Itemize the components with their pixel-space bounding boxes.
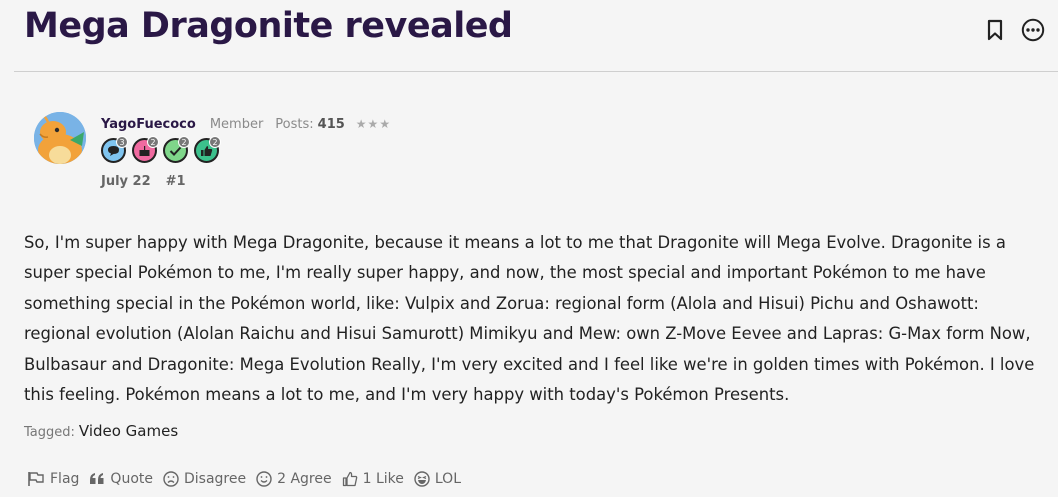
badge-count: 3	[116, 136, 128, 148]
frown-icon	[163, 471, 179, 487]
reaction-bar: Flag Quote Disagree 2 Agree 1 Like LOL	[27, 471, 471, 487]
lol-button[interactable]: LOL	[414, 471, 461, 487]
post-body: So, I'm super happy with Mega Dragonite,…	[24, 233, 1035, 405]
thumbs-up-icon	[342, 471, 358, 487]
tags-label: Tagged:	[24, 425, 75, 440]
like-button[interactable]: 1 Like	[342, 471, 404, 487]
post-meta: July 22 #1	[101, 174, 186, 189]
post-date[interactable]: July 22	[101, 174, 151, 189]
username[interactable]: YagoFuecoco	[101, 117, 196, 132]
cake-badge-icon[interactable]: 2	[132, 136, 159, 163]
thread-header: Mega Dragonite revealed	[14, 0, 1058, 72]
badge-count: 2	[147, 136, 159, 148]
thumbs-up-badge-icon[interactable]: 2	[194, 136, 221, 163]
disagree-button[interactable]: Disagree	[163, 471, 246, 487]
thread-title: Mega Dragonite revealed	[24, 6, 513, 46]
smile-icon	[256, 471, 272, 487]
flag-button[interactable]: Flag	[27, 471, 79, 487]
badge-list: 3 2 2 2	[101, 136, 221, 163]
lol-label: LOL	[434, 471, 461, 487]
avatar[interactable]	[34, 112, 86, 164]
agree-label: 2 Agree	[277, 471, 332, 487]
more-options-icon[interactable]	[1020, 17, 1046, 43]
agree-button[interactable]: 2 Agree	[256, 471, 332, 487]
posts-count: 415	[317, 117, 345, 132]
quote-button[interactable]: Quote	[89, 471, 153, 487]
flag-icon	[27, 471, 45, 487]
post-tags: Tagged: Video Games	[24, 422, 178, 440]
comment-badge-icon[interactable]: 3	[101, 136, 128, 163]
laugh-icon	[414, 471, 430, 487]
flag-label: Flag	[50, 471, 80, 487]
quote-icon	[89, 472, 105, 486]
disagree-label: Disagree	[183, 471, 247, 487]
like-label: 1 Like	[362, 471, 404, 487]
discussion-page: Mega Dragonite revealed YagoFuecoco Memb…	[0, 0, 1058, 497]
badge-count: 2	[178, 136, 190, 148]
posts-label: Posts:	[275, 117, 314, 132]
bookmark-icon[interactable]	[982, 17, 1008, 43]
tag-link[interactable]: Video Games	[79, 422, 178, 440]
user-role: Member	[209, 117, 264, 132]
quote-label: Quote	[110, 471, 153, 487]
author-info: YagoFuecoco Member Posts: 415 ★★★	[101, 117, 391, 135]
check-badge-icon[interactable]: 2	[163, 136, 190, 163]
rank-stars: ★★★	[355, 117, 392, 131]
post-number[interactable]: #1	[166, 174, 186, 189]
badge-count: 2	[209, 136, 221, 148]
